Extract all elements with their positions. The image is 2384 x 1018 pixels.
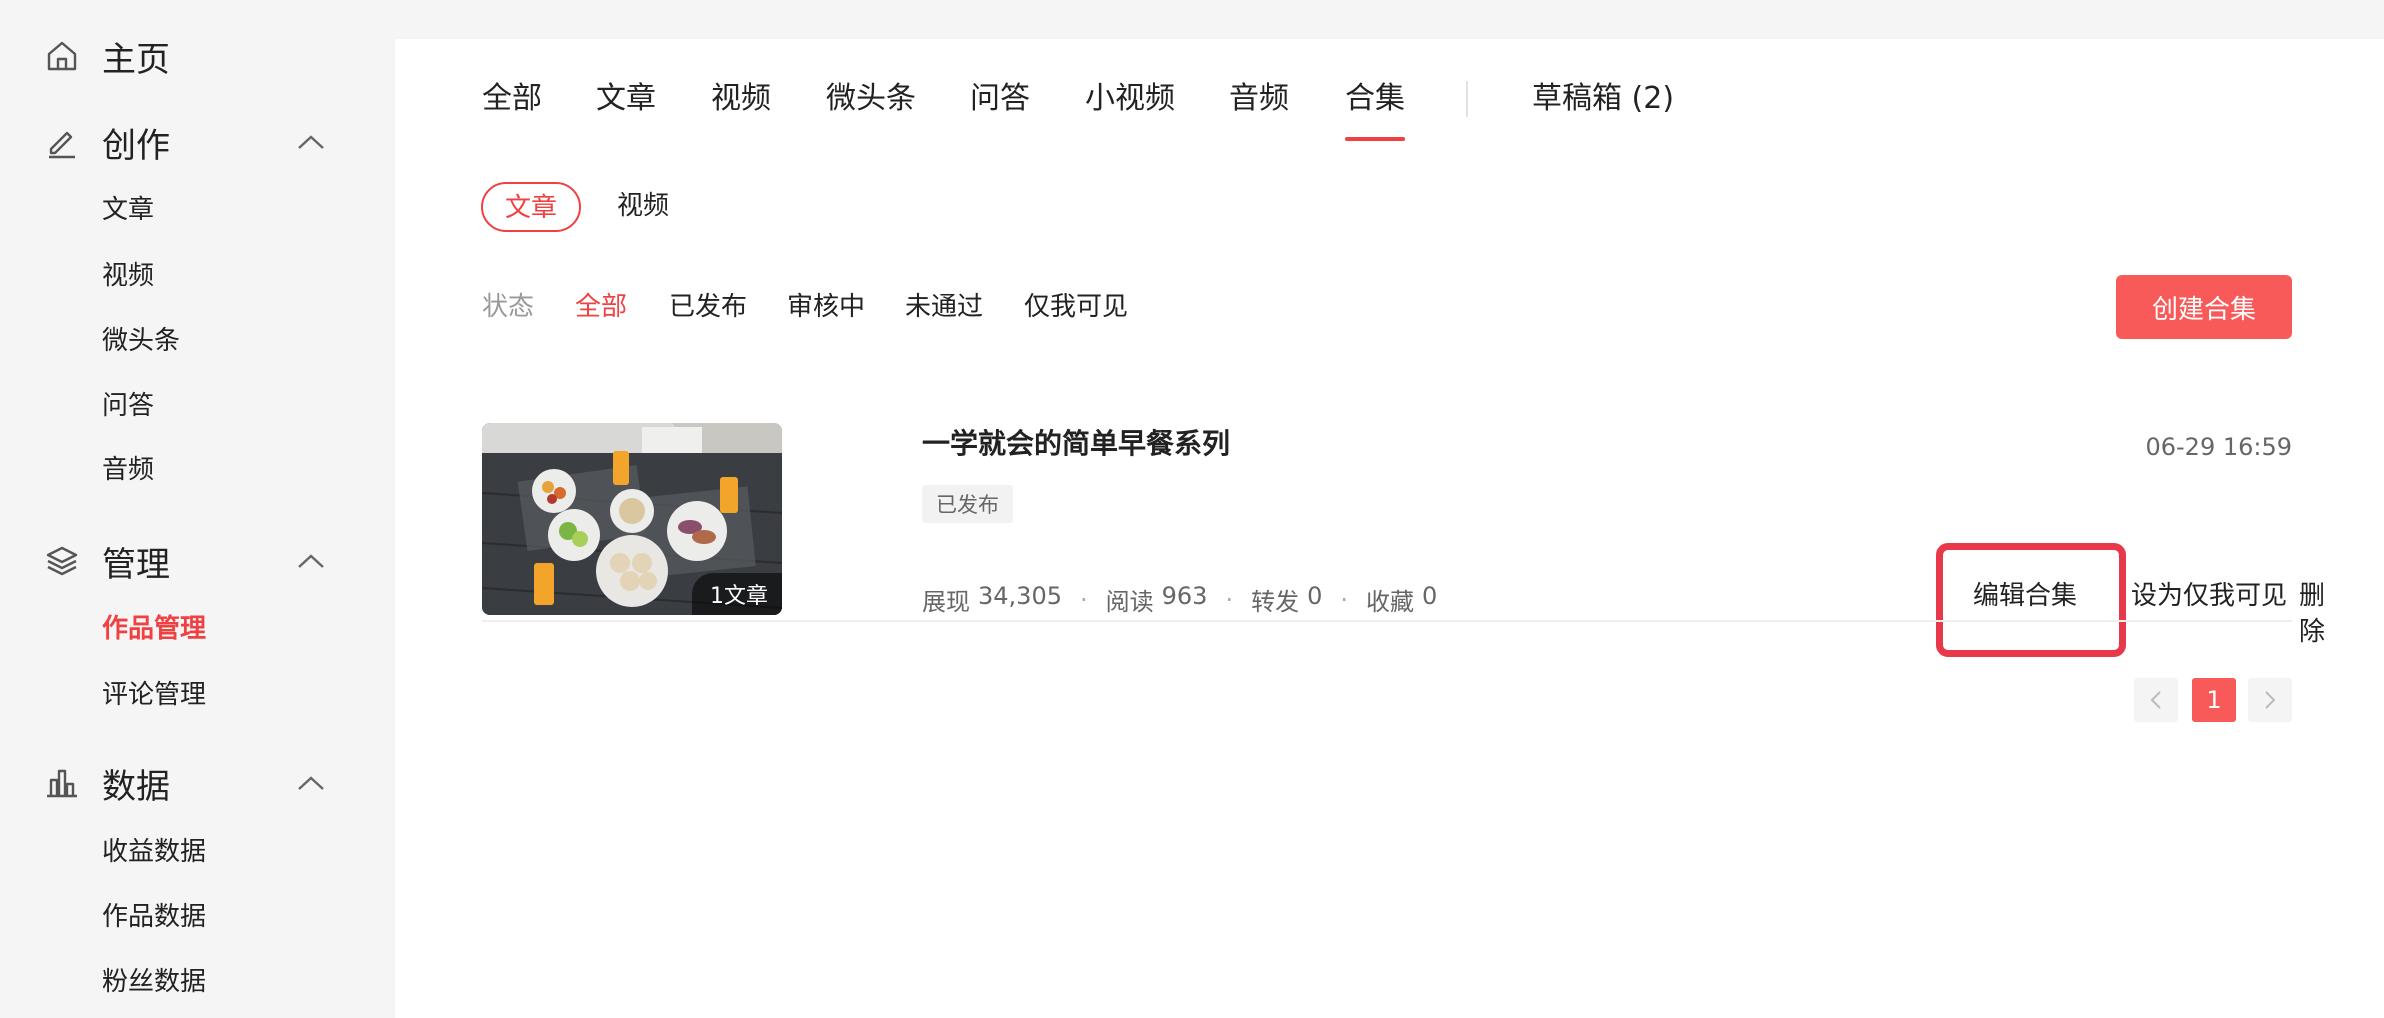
stat-favorites: 收藏 0 [1366,582,1437,617]
status-badge: 已发布 [922,485,1013,523]
article-count-badge: 1文章 [692,573,782,615]
stat-shares: 转发 0 [1251,582,1322,617]
main-panel: 全部 文章 视频 微头条 问答 小视频 音频 合集 草稿箱 (2) 文章 视频 … [395,39,2384,1018]
tab-article[interactable]: 文章 [596,79,656,119]
next-page-button[interactable] [2248,678,2292,722]
sidebar-manage[interactable]: 管理 [0,531,395,591]
sidebar-home[interactable]: 主页 [0,26,395,86]
tab-video[interactable]: 视频 [711,79,771,119]
filter-reviewing[interactable]: 审核中 [787,289,865,325]
pen-icon [44,124,80,160]
sidebar-item-audio[interactable]: 音频 [102,452,154,488]
filter-rejected[interactable]: 未通过 [905,289,983,325]
set-private-button[interactable]: 设为仅我可见 [2131,578,2287,614]
stat-label: 转发 [1251,588,1300,616]
chevron-right-icon [2265,691,2276,709]
sidebar-item-works-data[interactable]: 作品数据 [102,899,206,935]
sidebar-item-revenue-data[interactable]: 收益数据 [102,834,206,870]
sidebar-create[interactable]: 创作 [0,112,395,172]
sidebar-manage-label: 管理 [102,544,170,585]
sidebar-item-article[interactable]: 文章 [102,192,154,228]
chevron-up-icon[interactable] [294,766,328,800]
collection-stats: 展现 34,305 · 阅读 963 · 转发 0 · 收藏 0 [922,582,1437,617]
app: 主页 创作 文章 视频 微头条 问答 音频 管理 作品管理 评论管理 数据 收益… [0,0,2384,1018]
sidebar-item-micro-post[interactable]: 微头条 [102,323,180,359]
filter-published[interactable]: 已发布 [669,289,747,325]
filter-label: 状态 [482,292,535,322]
stat-label: 阅读 [1105,588,1154,616]
stat-value: 963 [1161,582,1208,610]
stat-label: 收藏 [1366,588,1414,616]
stat-value: 0 [1307,582,1323,610]
tab-short-video[interactable]: 小视频 [1085,79,1175,119]
layers-icon [44,543,80,579]
sidebar-home-label: 主页 [102,39,170,80]
tab-all[interactable]: 全部 [482,79,542,119]
chevron-up-icon[interactable] [294,125,328,159]
subtype-video[interactable]: 视频 [617,182,669,232]
stat-label: 展现 [922,588,970,616]
stat-reads: 阅读 963 [1106,582,1208,617]
sidebar-item-qa[interactable]: 问答 [102,388,154,424]
collection-time: 06-29 16:59 [2145,433,2292,461]
separator-dot: · [1225,585,1234,614]
stat-value: 34,305 [978,582,1062,610]
collection-title[interactable]: 一学就会的简单早餐系列 [922,424,1230,464]
sidebar-item-video[interactable]: 视频 [102,258,154,294]
bar-chart-icon [44,765,80,801]
create-collection-button[interactable]: 创建合集 [2116,275,2292,339]
edit-collection-button[interactable]: 编辑合集 [1973,578,2077,614]
page-number-current[interactable]: 1 [2192,678,2236,722]
item-divider [482,620,2292,622]
sidebar: 主页 创作 文章 视频 微头条 问答 音频 管理 作品管理 评论管理 数据 收益… [0,0,395,1018]
prev-page-button[interactable] [2134,678,2178,722]
sidebar-data[interactable]: 数据 [0,753,395,813]
filter-all[interactable]: 全部 [575,289,627,325]
tab-collection[interactable]: 合集 [1345,79,1405,141]
tab-divider [1466,81,1468,117]
sidebar-item-comments-manage[interactable]: 评论管理 [102,677,206,713]
sidebar-data-label: 数据 [102,766,170,807]
home-icon [44,38,80,74]
subtype-article[interactable]: 文章 [481,182,582,232]
separator-dot: · [1079,585,1088,614]
tab-drafts[interactable]: 草稿箱 (2) [1532,79,1674,119]
tab-micro-post[interactable]: 微头条 [826,79,916,119]
sidebar-item-fans-data[interactable]: 粉丝数据 [102,964,206,1000]
sidebar-item-works-manage[interactable]: 作品管理 [102,611,206,647]
sidebar-create-label: 创作 [102,125,170,166]
delete-button[interactable]: 删除 [2299,578,2325,650]
tab-audio[interactable]: 音频 [1229,79,1289,119]
chevron-up-icon[interactable] [294,544,328,578]
stat-value: 0 [1422,582,1438,610]
collection-thumbnail[interactable]: 1文章 [482,423,782,615]
chevron-left-icon [2150,691,2161,709]
separator-dot: · [1340,585,1348,614]
tab-qa[interactable]: 问答 [970,79,1030,119]
collection-item: 1文章 一学就会的简单早餐系列 已发布 06-29 16:59 展现 34,30… [482,384,2325,657]
content-tabs: 全部 文章 视频 微头条 问答 小视频 音频 合集 草稿箱 (2) [395,39,2384,149]
stat-impressions: 展现 34,305 [922,582,1062,617]
filter-private[interactable]: 仅我可见 [1024,289,1128,325]
